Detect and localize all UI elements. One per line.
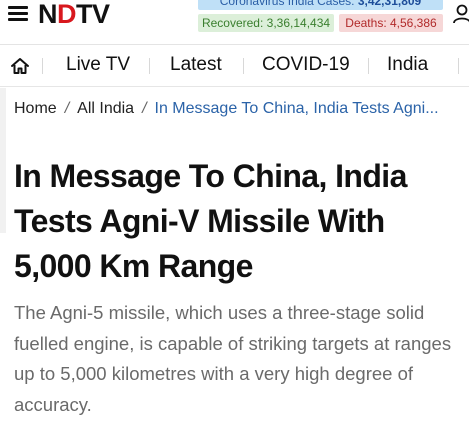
breadcrumb-current[interactable]: In Message To China, India Tests Agni... (155, 100, 439, 117)
nav-divider (42, 58, 43, 74)
article-summary: The Agni-5 missile, which uses a three-s… (14, 302, 452, 415)
breadcrumb-separator: / (64, 100, 70, 117)
left-gutter (0, 88, 6, 233)
nav-item-live-tv[interactable]: Live TV (66, 54, 130, 76)
covid-cases-label: Coronavirus India Cases: (219, 0, 358, 8)
main-nav: Live TV Latest COVID-19 India (0, 46, 469, 87)
nav-item-latest[interactable]: Latest (170, 54, 222, 76)
covid-deaths-badge[interactable]: Deaths: 4,56,386 (339, 14, 443, 32)
nav-divider (458, 58, 459, 74)
breadcrumb-home[interactable]: Home (14, 100, 57, 117)
covid-recovered-badge[interactable]: Recovered: 3,36,14,434 (198, 14, 334, 32)
nav-divider (243, 58, 244, 74)
covid-cases-value: 3,42,31,809 (357, 0, 422, 8)
breadcrumb-section[interactable]: All India (77, 100, 134, 117)
covid-stats[interactable]: Coronavirus India Cases: 3,42,31,809 Rec… (198, 0, 443, 34)
nav-divider (368, 58, 369, 74)
article-headline: In Message To China, India Tests Agni-V … (14, 158, 407, 284)
top-header: NDTV Coronavirus India Cases: 3,42,31,80… (0, 0, 469, 45)
nav-item-india[interactable]: India (387, 54, 428, 76)
home-icon[interactable] (10, 57, 30, 75)
breadcrumb-separator: / (142, 100, 147, 117)
nav-item-covid-19[interactable]: COVID-19 (262, 54, 350, 76)
menu-icon[interactable] (8, 6, 28, 22)
ndtv-logo[interactable]: NDTV (38, 0, 110, 28)
breadcrumb: Home / All India / In Message To China, Indi… (14, 99, 469, 119)
user-icon[interactable] (453, 4, 469, 24)
covid-cases-badge[interactable]: Coronavirus India Cases: 3,42,31,809 (198, 0, 443, 10)
nav-divider (149, 58, 150, 74)
